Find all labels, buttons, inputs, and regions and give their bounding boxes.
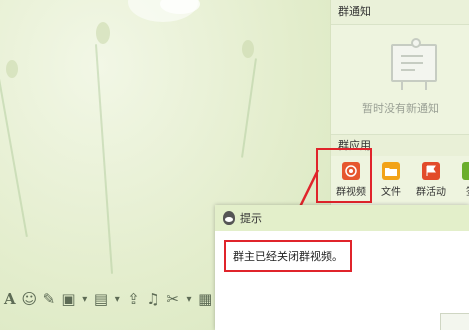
dialog-body: 群主已经关闭群视频。 bbox=[215, 231, 469, 330]
video-highlight-box bbox=[316, 148, 372, 203]
more-icon[interactable]: ▦ bbox=[195, 288, 215, 310]
chat-toolbar: A ☺ ✎ ▣ ▾ ▤ ▾ ⇪ ♫ ✂ ▾ ▦ bbox=[0, 286, 215, 312]
flag-icon bbox=[422, 162, 440, 180]
flower-bud-decoration bbox=[96, 22, 110, 44]
notice-header: 群通知 bbox=[331, 0, 469, 25]
image-gallery-icon[interactable]: ▣ bbox=[59, 288, 79, 310]
scissors-icon[interactable]: ✂ bbox=[163, 288, 183, 310]
folder-icon bbox=[382, 162, 400, 180]
chevron-down-icon[interactable]: ▾ bbox=[182, 288, 195, 310]
alert-dialog: 提示 群主已经关闭群视频。 bbox=[215, 205, 469, 330]
screenshot-icon[interactable]: ▤ bbox=[91, 288, 111, 310]
chevron-down-icon[interactable]: ▾ bbox=[111, 288, 124, 310]
chevron-down-icon[interactable]: ▾ bbox=[78, 288, 91, 310]
app-files[interactable]: 文件 bbox=[371, 159, 411, 198]
qq-penguin-icon bbox=[223, 211, 235, 225]
stem-decoration bbox=[94, 44, 114, 274]
app-group-activity[interactable]: 群活动 bbox=[411, 159, 451, 198]
stem-decoration bbox=[0, 79, 28, 237]
sign-icon bbox=[462, 162, 469, 180]
upload-icon[interactable]: ⇪ bbox=[124, 288, 144, 310]
dialog-title-bar[interactable]: 提示 bbox=[215, 205, 469, 231]
flower-bud-decoration bbox=[242, 40, 254, 58]
ok-button[interactable] bbox=[440, 313, 469, 330]
empty-notice-text: 暂时没有新通知 bbox=[362, 102, 439, 115]
dialog-message: 群主已经关闭群视频。 bbox=[224, 240, 352, 272]
app-label: 签 bbox=[451, 183, 469, 198]
music-icon[interactable]: ♫ bbox=[143, 288, 163, 310]
notice-board-icon bbox=[391, 38, 437, 90]
notice-area: 暂时没有新通知 bbox=[331, 24, 469, 134]
emoji-icon[interactable]: ☺ bbox=[20, 288, 40, 310]
app-sign-in[interactable]: 签 bbox=[451, 159, 469, 198]
flower-bud-decoration bbox=[6, 60, 18, 78]
app-label: 文件 bbox=[381, 187, 401, 198]
font-icon[interactable]: A bbox=[0, 288, 20, 310]
stem-decoration bbox=[241, 58, 257, 158]
magic-icon[interactable]: ✎ bbox=[39, 288, 59, 310]
dialog-title: 提示 bbox=[240, 212, 262, 225]
app-label: 群活动 bbox=[416, 187, 446, 198]
